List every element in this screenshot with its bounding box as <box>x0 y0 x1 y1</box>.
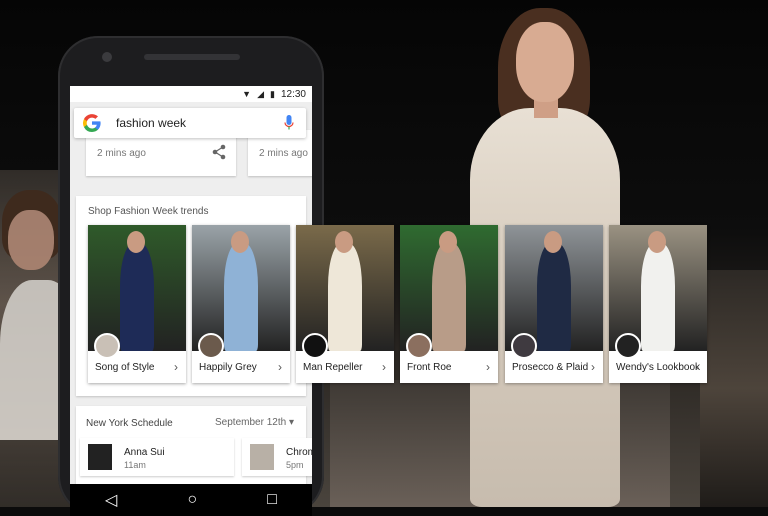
designer-name: Anna Sui <box>124 447 165 458</box>
designer-thumbnail <box>88 444 112 470</box>
trend-label: Prosecco & Plaid <box>512 362 589 373</box>
show-time: 5pm <box>286 460 304 470</box>
blogger-avatar <box>198 333 224 359</box>
google-logo <box>83 114 101 132</box>
news-time: 2 mins ago <box>259 148 308 159</box>
trend-card[interactable]: Prosecco & Plaid › <box>505 225 603 383</box>
blogger-avatar <box>615 333 641 359</box>
status-time: 12:30 <box>280 88 306 100</box>
battery-icon: ▮ <box>270 88 275 99</box>
trend-label: Wendy's Lookbook <box>616 362 700 373</box>
schedule-item[interactable]: Anna Sui 11am <box>80 438 234 476</box>
trend-card[interactable]: Happily Grey › <box>192 225 290 383</box>
wifi-icon: ▼ <box>242 89 252 99</box>
trend-photo <box>609 225 707 351</box>
trend-card[interactable]: Wendy's Lookbook › <box>609 225 707 383</box>
designer-name: Chrom <box>286 447 312 458</box>
schedule-section: New York Schedule September 12th ▾ Anna … <box>76 406 312 496</box>
back-button[interactable]: ◁ <box>105 490 117 510</box>
status-bar: ▼ ◢ ▮ 12:30 <box>70 86 312 102</box>
blogger-avatar <box>302 333 328 359</box>
trend-card[interactable]: Song of Style › <box>88 225 186 383</box>
trends-title: Shop Fashion Week trends <box>88 206 209 217</box>
blogger-avatar <box>406 333 432 359</box>
trend-photo <box>192 225 290 351</box>
trend-label: Man Repeller <box>303 362 363 373</box>
chevron-right-icon[interactable]: › <box>278 360 282 374</box>
front-camera <box>102 52 112 62</box>
trend-photo <box>296 225 394 351</box>
trend-label: Song of Style <box>95 362 155 373</box>
trend-photo <box>400 225 498 351</box>
chevron-right-icon[interactable]: › <box>695 360 699 374</box>
trend-photo <box>505 225 603 351</box>
recents-button[interactable]: □ <box>267 491 277 509</box>
blogger-avatar <box>94 333 120 359</box>
nav-bar: ◁ ○ □ <box>70 484 312 516</box>
chevron-right-icon[interactable]: › <box>174 360 178 374</box>
trend-label: Happily Grey <box>199 362 257 373</box>
news-time: 2 mins ago <box>97 148 146 159</box>
audience-right <box>700 270 768 507</box>
trend-card[interactable]: Man Repeller › <box>296 225 394 383</box>
schedule-item[interactable]: Chrom 5pm <box>242 438 312 476</box>
chevron-right-icon[interactable]: › <box>382 360 386 374</box>
home-button[interactable]: ○ <box>187 491 197 509</box>
earpiece-speaker <box>144 54 240 60</box>
signal-icon: ◢ <box>257 88 265 99</box>
chevron-right-icon[interactable]: › <box>591 360 595 374</box>
search-bar[interactable]: fashion week <box>74 108 306 138</box>
trend-label: Front Roe <box>407 362 452 373</box>
schedule-title: New York Schedule <box>86 418 173 429</box>
trend-photo <box>88 225 186 351</box>
designer-thumbnail <box>250 444 274 470</box>
share-icon[interactable] <box>212 144 226 160</box>
show-time: 11am <box>124 460 146 470</box>
blogger-avatar <box>511 333 537 359</box>
search-query[interactable]: fashion week <box>116 116 284 130</box>
mic-icon[interactable] <box>284 115 294 131</box>
schedule-date-dropdown[interactable]: September 12th ▾ <box>215 417 294 428</box>
chevron-right-icon[interactable]: › <box>486 360 490 374</box>
trend-card[interactable]: Front Roe › <box>400 225 498 383</box>
